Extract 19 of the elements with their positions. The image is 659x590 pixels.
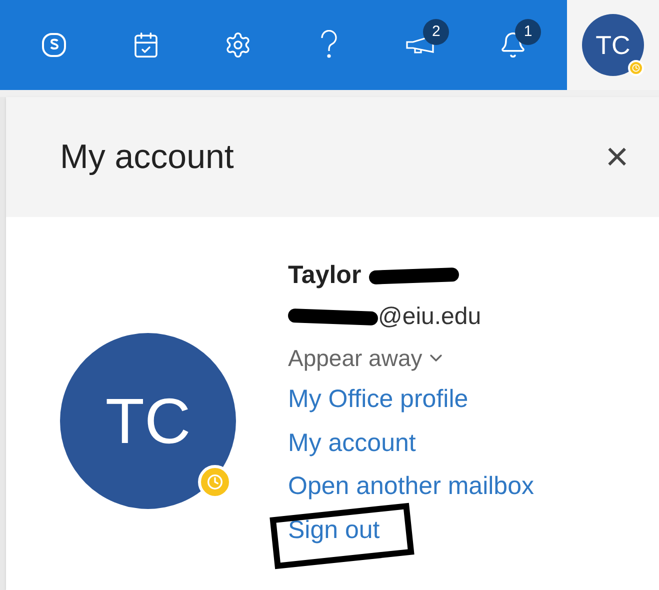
settings-icon — [224, 31, 252, 59]
toolbar-button[interactable]: 2 — [391, 15, 452, 75]
calendar-check-icon — [132, 31, 160, 59]
account-link[interactable]: Sign out — [288, 516, 380, 544]
count-badge: 1 — [515, 19, 542, 45]
account-link[interactable]: My account — [288, 428, 416, 456]
account-link[interactable]: Open another mailbox — [288, 472, 534, 500]
skype-icon — [40, 31, 68, 59]
close-button[interactable]: × — [597, 137, 637, 177]
user-name: Taylor — [288, 260, 362, 291]
user-email: @eiu.edu — [378, 302, 482, 332]
toolbar-button[interactable]: 1 — [483, 15, 544, 75]
count-badge: 2 — [423, 19, 450, 45]
account-link[interactable]: My Office profile — [288, 385, 468, 413]
help-icon — [319, 30, 340, 60]
avatar: TC — [60, 333, 236, 509]
presence-dropdown[interactable]: Appear away — [288, 340, 534, 375]
panel-title: My account — [60, 136, 234, 178]
avatar[interactable]: TC — [582, 14, 644, 76]
